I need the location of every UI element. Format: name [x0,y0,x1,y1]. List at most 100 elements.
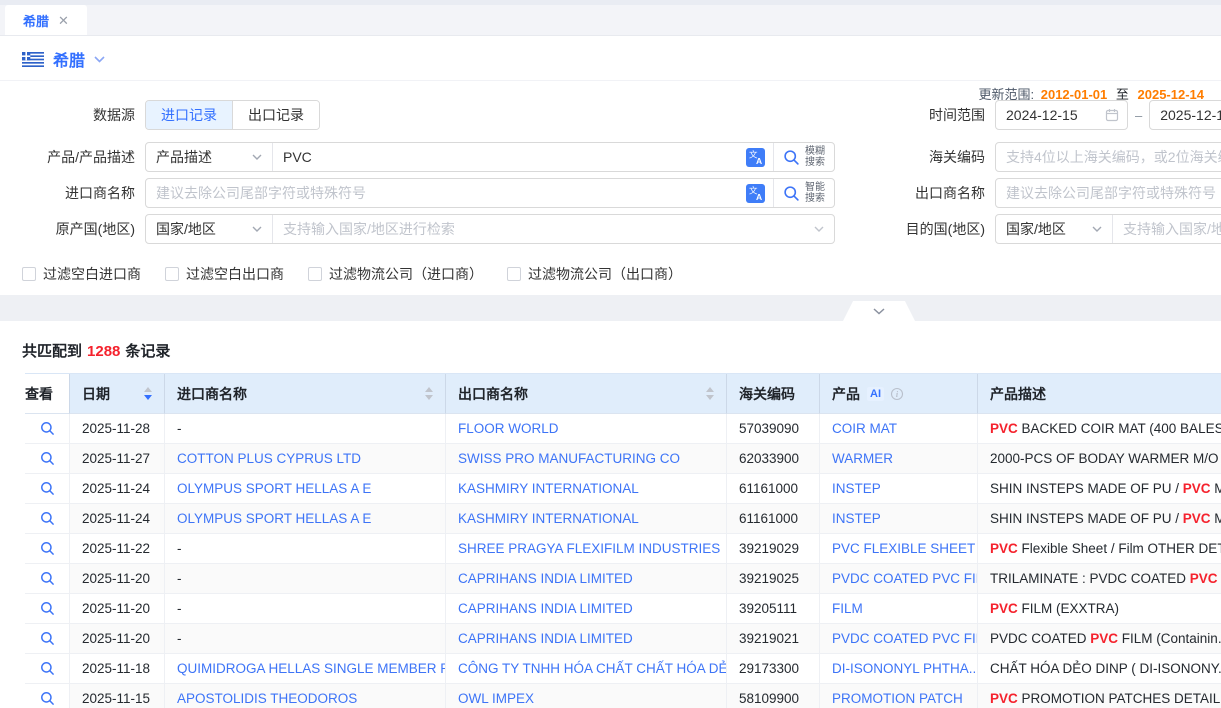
cell-hs-code: 29173300 [727,654,820,684]
translate-icon[interactable]: 文 A [746,148,765,167]
collapse-form-toggle[interactable] [843,301,915,321]
description-text: BACKED COIR MAT (400 BALES)... [1018,421,1221,436]
cell-view [25,654,70,684]
origin-country-group: 国家/地区 [145,214,835,244]
product-link[interactable]: INSTEP [832,481,881,496]
cell-hs-code: 62033900 [727,444,820,474]
tab-greece[interactable]: 希腊 ✕ [5,5,87,35]
sort-toggle-icon[interactable] [425,387,433,400]
exporter-link[interactable]: KASHMIRY INTERNATIONAL [458,481,639,496]
dest-country-input[interactable] [1113,221,1221,237]
keyword-highlight: PVC [990,541,1018,556]
importer-link[interactable]: QUIMIDROGA HELLAS SINGLE MEMBER PC [177,661,446,676]
product-link[interactable]: PROMOTION PATCH [832,691,963,706]
importer-link[interactable]: OLYMPUS SPORT HELLAS A E [177,481,371,496]
product-link[interactable]: COIR MAT [832,421,897,436]
exporter-input[interactable] [996,185,1221,201]
product-search-input[interactable] [273,149,738,165]
importer-link[interactable]: OLYMPUS SPORT HELLAS A E [177,511,371,526]
cell-product: PVDC COATED PVC FIL... [820,624,978,654]
filter-checkbox-1[interactable]: 过滤空白出口商 [165,264,284,284]
close-icon[interactable]: ✕ [58,14,69,27]
view-record-button[interactable] [40,541,55,556]
view-record-button[interactable] [40,511,55,526]
exporter-link[interactable]: CAPRIHANS INDIA LIMITED [458,571,633,586]
table-row: 2025-11-15APOSTOLIDIS THEODOROSOWL IMPEX… [25,684,1221,708]
magnifier-icon [40,601,55,616]
date-to-value[interactable] [1158,106,1221,124]
product-link[interactable]: WARMER [832,451,893,466]
importer-link[interactable]: APOSTOLIDIS THEODOROS [177,691,357,706]
view-record-button[interactable] [40,631,55,646]
cell-exporter: SHREE PRAGYA FLEXIFILM INDUSTRIES [446,534,727,564]
exporter-link[interactable]: SWISS PRO MANUFACTURING CO [458,451,680,466]
description-text: FILM (Containin... [1118,631,1221,646]
date-from-input[interactable] [995,100,1128,130]
sort-toggle-icon[interactable] [144,387,152,400]
date-to-input[interactable] [1149,100,1221,130]
importer-link[interactable]: COTTON PLUS CYPRUS LTD [177,451,361,466]
view-record-button[interactable] [40,691,55,706]
column-header-importer[interactable]: 进口商名称 [165,374,446,414]
info-icon[interactable]: i [890,387,904,401]
checkbox-icon[interactable] [165,267,179,281]
exporter-link[interactable]: FLOOR WORLD [458,421,559,436]
origin-country-input[interactable] [273,221,814,237]
fuzzy-search-button[interactable]: 模糊搜索 [773,143,834,171]
cell-hs-code: 39205111 [727,594,820,624]
description-text: FILM (EXXTRA) [1018,601,1119,616]
product-link[interactable]: DI-ISONONYL PHTHA... [832,661,978,676]
view-record-button[interactable] [40,421,55,436]
column-header-date[interactable]: 日期 [70,374,165,414]
hs-code-input[interactable] [996,149,1221,165]
exporter-link[interactable]: CAPRIHANS INDIA LIMITED [458,601,633,616]
view-record-button[interactable] [40,481,55,496]
product-type-select[interactable]: 产品描述 [146,143,273,171]
column-header-label: 查看 [25,384,53,404]
data-source-import-tab[interactable]: 进口记录 [146,101,232,129]
view-record-button[interactable] [40,601,55,616]
exporter-link[interactable]: CAPRIHANS INDIA LIMITED [458,631,633,646]
checkbox-label: 过滤空白进口商 [43,264,141,284]
exporter-link[interactable]: OWL IMPEX [458,691,534,706]
table-row: 2025-11-28-FLOOR WORLD57039090COIR MATPV… [25,414,1221,444]
translate-icon[interactable]: 文 A [746,184,765,203]
cell-hs-code: 57039090 [727,414,820,444]
filter-checkbox-0[interactable]: 过滤空白进口商 [22,264,141,284]
cell-date: 2025-11-27 [70,444,165,474]
filter-checkbox-row: 过滤空白进口商 过滤空白出口商 过滤物流公司（进口商） 过滤物流公司（出口商） [22,264,682,284]
magnifier-icon [40,511,55,526]
column-header-exporter[interactable]: 出口商名称 [446,374,727,414]
exporter-link[interactable]: CÔNG TY TNHH HÓA CHẤT CHẤT HÓA DẺ... [458,661,727,676]
view-record-button[interactable] [40,571,55,586]
view-record-button[interactable] [40,451,55,466]
checkbox-icon[interactable] [22,267,36,281]
table-row: 2025-11-22-SHREE PRAGYA FLEXIFILM INDUST… [25,534,1221,564]
filter-checkbox-2[interactable]: 过滤物流公司（进口商） [308,264,483,284]
cell-product: WARMER [820,444,978,474]
checkbox-icon[interactable] [308,267,322,281]
dest-country-select[interactable]: 国家/地区 [996,215,1113,243]
date-from-value[interactable] [1004,106,1098,124]
hs-code-field [995,142,1221,172]
results-count: 1288 [87,343,120,360]
sort-toggle-icon[interactable] [706,387,714,400]
smart-search-button[interactable]: 智能搜索 [773,179,834,207]
filter-checkbox-3[interactable]: 过滤物流公司（出口商） [507,264,682,284]
product-link[interactable]: FILM [832,601,863,616]
checkbox-icon[interactable] [507,267,521,281]
cell-exporter: CÔNG TY TNHH HÓA CHẤT CHẤT HÓA DẺ... [446,654,727,684]
product-link[interactable]: PVDC COATED PVC FIL... [832,631,978,646]
product-link[interactable]: PVDC COATED PVC FIL... [832,571,978,586]
exporter-link[interactable]: KASHMIRY INTERNATIONAL [458,511,639,526]
view-record-button[interactable] [40,661,55,676]
data-source-export-tab[interactable]: 出口记录 [232,101,319,129]
importer-input[interactable] [146,185,738,201]
chevron-down-icon[interactable] [94,56,105,63]
exporter-label: 出口商名称 [830,178,985,208]
origin-country-select[interactable]: 国家/地区 [146,215,273,243]
product-link[interactable]: INSTEP [832,511,881,526]
exporter-link[interactable]: SHREE PRAGYA FLEXIFILM INDUSTRIES [458,541,720,556]
product-link[interactable]: PVC FLEXIBLE SHEET F... [832,541,978,556]
cell-product: INSTEP [820,504,978,534]
